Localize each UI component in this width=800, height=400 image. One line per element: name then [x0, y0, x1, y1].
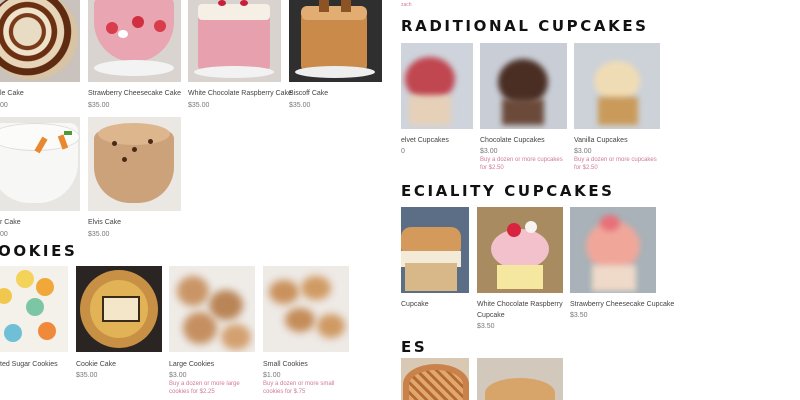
section-heading-traditional-cupcakes: RADITIONAL CUPCAKES [401, 17, 649, 35]
cupcake-image[interactable] [574, 43, 660, 129]
cookie-image[interactable] [0, 266, 68, 352]
product-price: 00 [0, 102, 8, 109]
product-name[interactable]: White Chocolate Raspberry Cake [188, 89, 292, 99]
product-name[interactable]: Elvis Cake [88, 218, 121, 228]
section-heading-speciality-cupcakes: ECIALITY CUPCAKES [401, 182, 615, 200]
cake-image[interactable] [0, 117, 80, 211]
cupcake-image[interactable] [570, 207, 656, 293]
bulk-discount-note: Buy a dozen or more large cookies for $2… [169, 381, 240, 395]
product-price: 00 [0, 231, 8, 238]
product-name[interactable]: le Cake [0, 89, 24, 99]
product-name[interactable]: Vanilla Cupcakes [574, 136, 628, 146]
cupcake-image[interactable] [477, 207, 563, 293]
product-name[interactable]: elvet Cupcakes [401, 136, 449, 146]
product-price: $3.50 [477, 323, 495, 330]
cupcake-image[interactable] [480, 43, 567, 129]
bulk-discount-note: Buy a dozen or more cupcakes for $2.50 [574, 157, 657, 171]
product-name[interactable]: Cupcake [401, 300, 429, 310]
cupcake-image[interactable] [401, 207, 469, 293]
cookie-image[interactable] [263, 266, 349, 352]
cookie-image[interactable] [169, 266, 255, 352]
product-name-line2[interactable]: Cupcake [477, 311, 505, 321]
cupcake-image[interactable] [401, 43, 473, 129]
product-price: $35.00 [88, 102, 110, 109]
product-name[interactable]: Biscoff Cake [289, 89, 328, 99]
product-name[interactable]: Strawberry Cheesecake Cupcake [570, 300, 674, 310]
product-name[interactable]: r Cake [0, 218, 21, 228]
product-price: $35.00 [88, 231, 110, 238]
section-heading-pies: ES [401, 338, 428, 356]
section-heading-cookies: OOKIES [0, 242, 78, 260]
product-price: $35.00 [76, 372, 98, 379]
product-name[interactable]: Small Cookies [263, 360, 308, 370]
cake-image[interactable] [0, 0, 80, 82]
cake-image[interactable] [88, 117, 181, 211]
bulk-discount-note: Buy a dozen or more small cookies for $.… [263, 381, 335, 395]
product-name[interactable]: Strawberry Cheesecake Cake [88, 89, 181, 99]
product-price: $3.50 [570, 312, 588, 319]
cake-image[interactable] [188, 0, 281, 82]
product-name[interactable]: ted Sugar Cookies [0, 360, 58, 370]
product-name[interactable]: Cookie Cake [76, 360, 116, 370]
product-price: $35.00 [188, 102, 210, 109]
product-price: 0 [401, 148, 405, 155]
product-price: $35.00 [289, 102, 311, 109]
cookie-image[interactable] [76, 266, 162, 352]
cake-image[interactable] [289, 0, 382, 82]
pie-image[interactable] [477, 358, 563, 400]
cake-image[interactable] [88, 0, 181, 82]
product-name[interactable]: White Chocolate Raspberry [477, 300, 563, 310]
product-name[interactable]: Chocolate Cupcakes [480, 136, 545, 146]
bulk-discount-note: Buy a dozen or more cupcakes for $2.50 [480, 157, 563, 171]
pie-image[interactable] [401, 358, 469, 400]
top-note: zach [401, 2, 412, 8]
product-name[interactable]: Large Cookies [169, 360, 214, 370]
